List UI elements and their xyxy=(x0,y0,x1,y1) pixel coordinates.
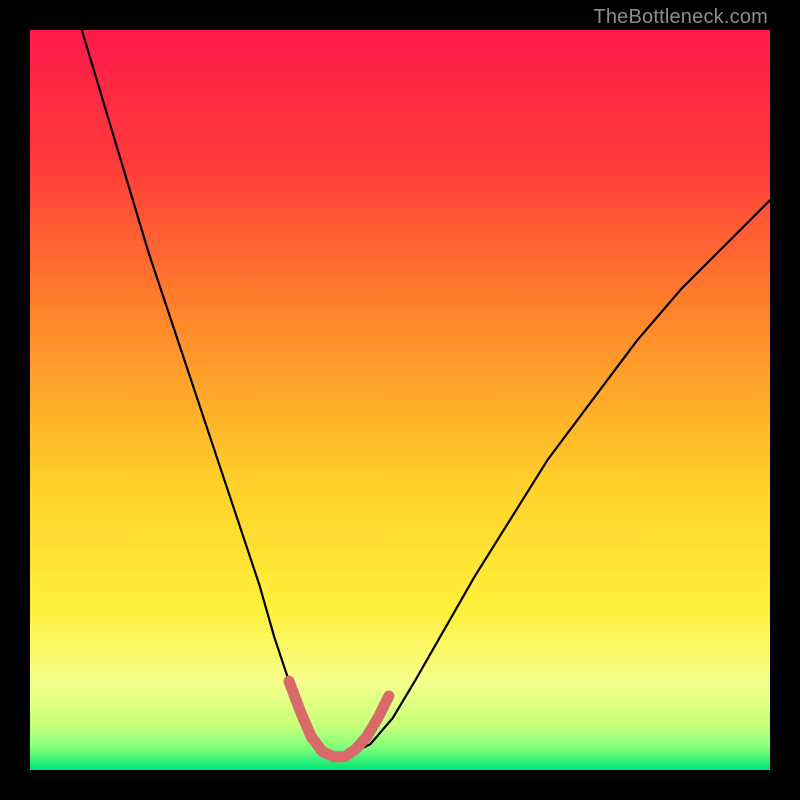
bottleneck-plot xyxy=(30,30,770,770)
heat-background xyxy=(30,30,770,770)
watermark-text: TheBottleneck.com xyxy=(593,6,768,29)
chart-frame xyxy=(30,30,770,770)
